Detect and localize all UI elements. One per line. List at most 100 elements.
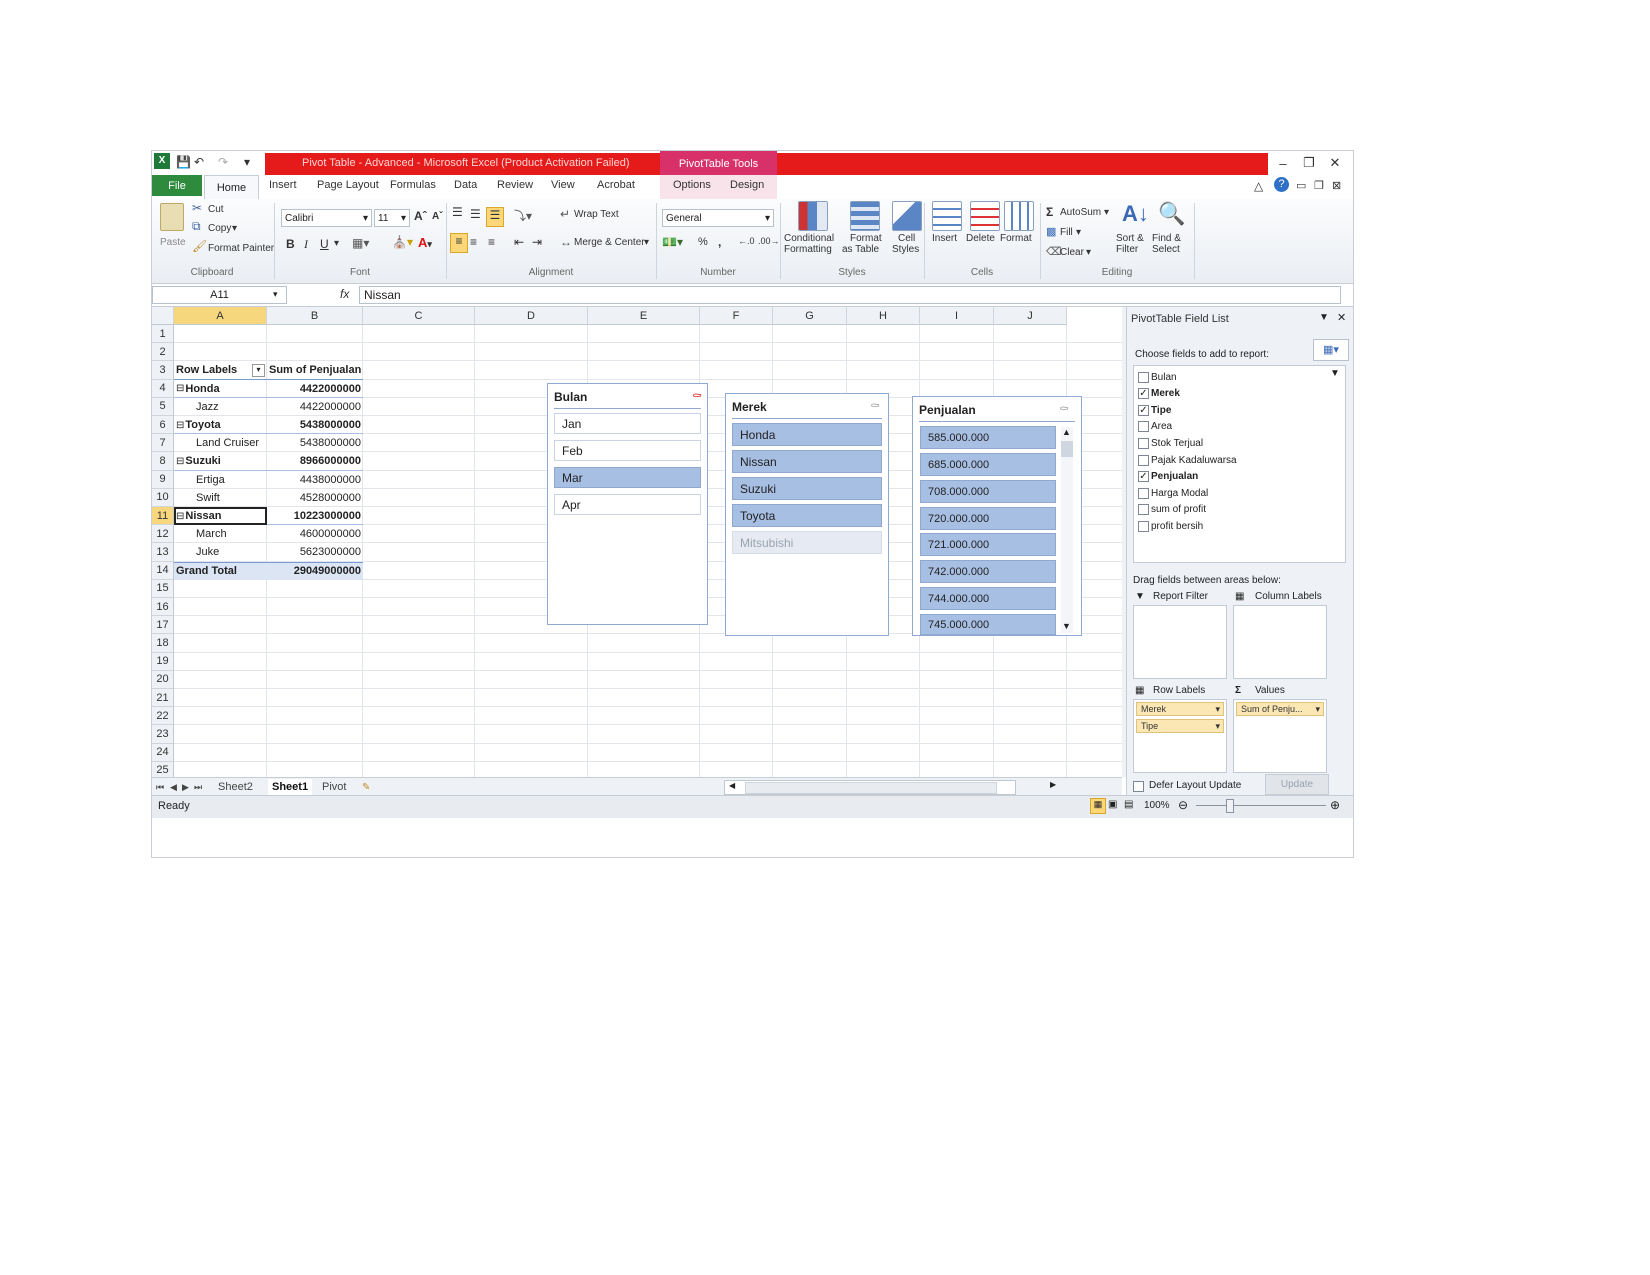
- column-header[interactable]: F: [700, 307, 773, 325]
- borders-icon[interactable]: ▦▾: [352, 236, 369, 250]
- field-checkbox[interactable]: [1138, 371, 1149, 383]
- collapse-icon[interactable]: ⊟: [176, 383, 184, 394]
- slicer-penjualan[interactable]: Penjualan ⚰ 585.000.000 685.000.000 708.…: [912, 396, 1082, 636]
- pivot-item-label[interactable]: Land Cruiser: [176, 434, 265, 452]
- sort-filter-button[interactable]: Sort &: [1116, 233, 1144, 244]
- insert-sheet-icon[interactable]: ✎: [362, 779, 370, 795]
- grow-font-icon[interactable]: Aˆ: [414, 209, 427, 223]
- field-checkbox[interactable]: [1138, 421, 1149, 433]
- percent-button[interactable]: %: [698, 236, 708, 248]
- row-header[interactable]: 10: [152, 488, 174, 507]
- field-checkbox[interactable]: [1138, 454, 1149, 466]
- field-checkbox[interactable]: ✓: [1138, 471, 1149, 483]
- delete-cells-icon[interactable]: [970, 201, 1000, 231]
- slicer-item-value[interactable]: 721.000.000: [920, 533, 1056, 556]
- clear-filter-icon[interactable]: ⚰: [870, 399, 880, 413]
- sheet-nav-first-icon[interactable]: ⏮: [156, 779, 164, 795]
- sheet-nav-prev-icon[interactable]: ◀: [170, 779, 177, 795]
- pivot-group-label[interactable]: ⊟ Suzuki: [176, 452, 265, 470]
- decrease-indent-icon[interactable]: ⇤: [514, 235, 524, 249]
- column-header[interactable]: G: [773, 307, 847, 325]
- pivot-value-header[interactable]: Sum of Penjualan: [269, 361, 361, 379]
- tab-insert[interactable]: Insert: [269, 179, 297, 197]
- conditional-formatting-button[interactable]: Conditional: [784, 233, 834, 244]
- slicer-item-jan[interactable]: Jan: [554, 413, 701, 434]
- format-as-table-button-line2[interactable]: as Table: [842, 244, 879, 255]
- field-checkbox[interactable]: ✓: [1138, 404, 1149, 416]
- minimize-ribbon-icon[interactable]: △: [1254, 179, 1263, 197]
- pivot-value[interactable]: 5623000000: [269, 543, 361, 561]
- sheet-nav-last-icon[interactable]: ⏭: [194, 779, 202, 795]
- slicer-item-suzuki[interactable]: Suzuki: [732, 477, 882, 500]
- merge-center-button[interactable]: Merge & Center: [574, 237, 645, 248]
- tab-data[interactable]: Data: [454, 179, 477, 197]
- close-icon[interactable]: ✕: [1320, 153, 1350, 173]
- cell-styles-button-line2[interactable]: Styles: [892, 244, 919, 255]
- align-left-icon[interactable]: ≡: [450, 233, 468, 253]
- row-header[interactable]: 11: [152, 507, 174, 526]
- scroll-up-icon[interactable]: ▲: [1062, 427, 1071, 437]
- name-box-dropdown-icon[interactable]: ▾: [273, 289, 278, 300]
- field-checklist[interactable]: ▼ Bulan ✓ Merek ✓ Tipe Area Stok Terjual Pajak …: [1133, 365, 1346, 563]
- slicer-item-feb[interactable]: Feb: [554, 440, 701, 461]
- pane-close-icon[interactable]: ✕: [1337, 311, 1346, 324]
- row-header[interactable]: 4: [152, 379, 174, 398]
- format-as-table-button[interactable]: Format: [850, 233, 882, 244]
- find-select-icon[interactable]: 🔍: [1158, 201, 1185, 227]
- tab-file[interactable]: File: [152, 175, 202, 196]
- row-header[interactable]: 13: [152, 543, 174, 562]
- field-item[interactable]: Area: [1138, 419, 1172, 435]
- pivot-value[interactable]: 4600000000: [269, 525, 361, 543]
- underline-icon[interactable]: U: [320, 237, 329, 251]
- tab-options[interactable]: Options: [673, 179, 711, 197]
- report-filter-area[interactable]: [1133, 605, 1227, 679]
- column-labels-area[interactable]: [1233, 605, 1327, 679]
- name-box[interactable]: A11: [152, 286, 287, 304]
- row-header[interactable]: 9: [152, 470, 174, 489]
- row-header[interactable]: 1: [152, 325, 174, 344]
- format-cells-button[interactable]: Format: [1000, 233, 1032, 244]
- row-header[interactable]: 7: [152, 434, 174, 453]
- increase-decimal-icon[interactable]: ←.0: [738, 236, 755, 246]
- select-all-corner[interactable]: [152, 307, 174, 325]
- slicer-bulan[interactable]: Bulan ⚰ Jan Feb Mar Apr: [547, 383, 708, 625]
- slicer-item-honda[interactable]: Honda: [732, 423, 882, 446]
- sheet-tab-sheet1[interactable]: Sheet1: [268, 779, 313, 795]
- cell-styles-button[interactable]: Cell: [898, 233, 915, 244]
- row-header[interactable]: 22: [152, 707, 174, 726]
- delete-cells-button[interactable]: Delete: [966, 233, 995, 244]
- grand-total-value[interactable]: 29049000000: [269, 562, 361, 580]
- pivot-item-label[interactable]: March: [176, 525, 265, 543]
- clear-filter-icon[interactable]: ⚰: [692, 389, 702, 403]
- row-header[interactable]: 24: [152, 743, 174, 762]
- fill-button[interactable]: Fill: [1060, 227, 1073, 238]
- column-header[interactable]: D: [475, 307, 588, 325]
- align-top-icon[interactable]: ☰: [452, 205, 463, 219]
- slicer-item-mitsubishi[interactable]: Mitsubishi: [732, 531, 882, 554]
- column-header[interactable]: E: [588, 307, 700, 325]
- workbook-minimize-icon[interactable]: ▭: [1296, 179, 1306, 197]
- field-item[interactable]: ✓ Merek: [1138, 386, 1180, 402]
- format-as-table-icon[interactable]: [850, 201, 880, 231]
- pivot-value[interactable]: 5438000000: [269, 434, 361, 452]
- field-item[interactable]: sum of profit: [1138, 502, 1206, 518]
- pivot-group-label[interactable]: ⊟ Toyota: [176, 416, 265, 434]
- field-item[interactable]: profit bersih: [1138, 518, 1203, 534]
- merge-dropdown-icon[interactable]: ▾: [644, 237, 649, 248]
- fill-dropdown-icon[interactable]: ▾: [1076, 227, 1081, 238]
- copy-dropdown-icon[interactable]: ▾: [232, 223, 237, 234]
- customize-quick-access-icon[interactable]: ▾: [244, 155, 250, 171]
- slicer-item-value[interactable]: 745.000.000: [920, 614, 1056, 635]
- format-cells-icon[interactable]: [1004, 201, 1034, 231]
- row-header[interactable]: 15: [152, 579, 174, 598]
- zoom-out-icon[interactable]: ⊖: [1178, 798, 1188, 812]
- field-checkbox[interactable]: [1138, 437, 1149, 449]
- column-header[interactable]: C: [363, 307, 475, 325]
- pivot-item-label[interactable]: Ertiga: [176, 471, 265, 489]
- pane-options-icon[interactable]: ▼: [1319, 312, 1329, 323]
- copy-button[interactable]: Copy: [208, 223, 231, 234]
- row-header[interactable]: 8: [152, 452, 174, 471]
- clear-dropdown-icon[interactable]: ▾: [1086, 247, 1091, 258]
- format-painter-button[interactable]: Format Painter: [208, 243, 274, 254]
- pivot-value[interactable]: 4438000000: [269, 471, 361, 489]
